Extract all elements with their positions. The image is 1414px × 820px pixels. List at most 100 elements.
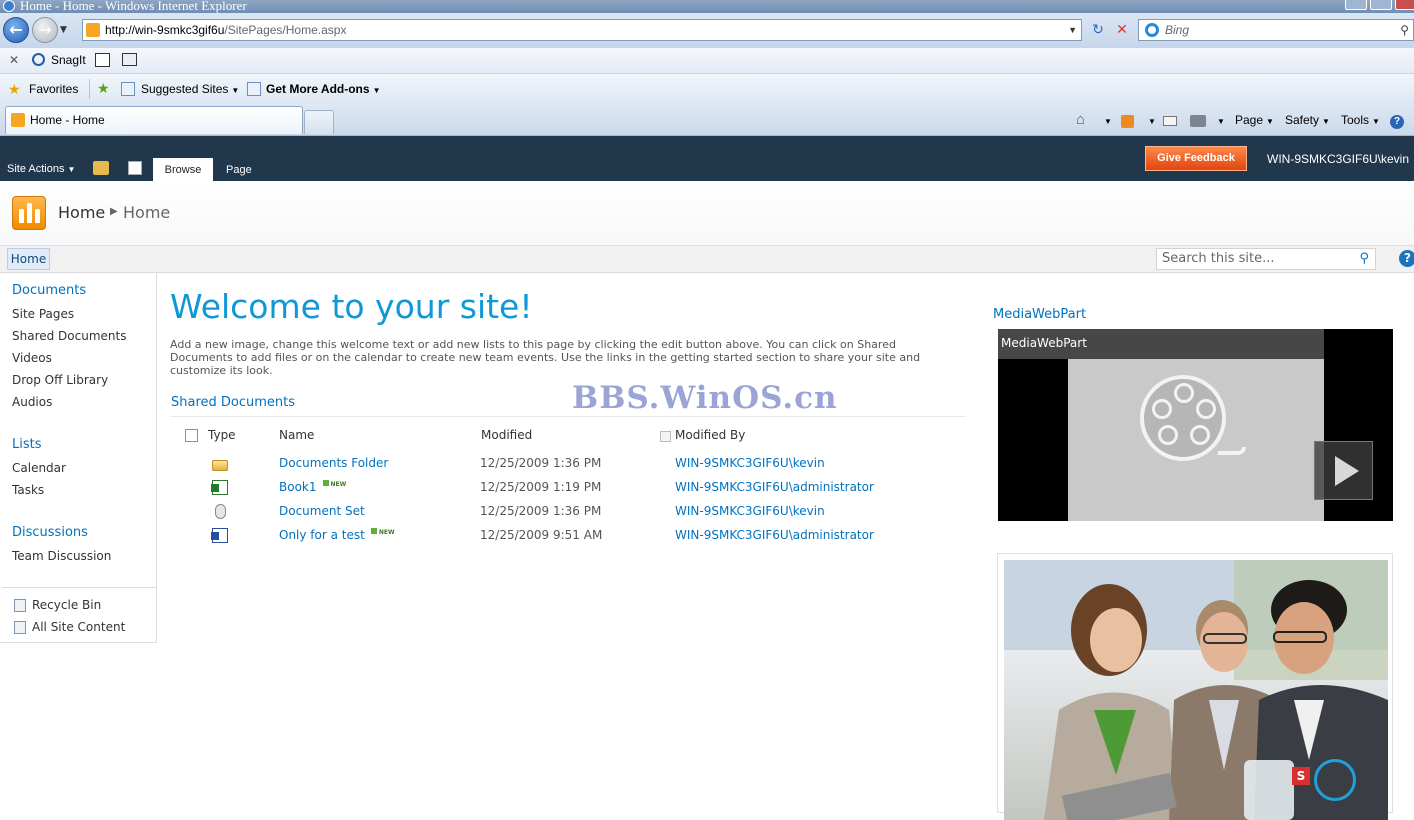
nav-item-calendar[interactable]: Calendar [12,461,66,475]
rss-dropdown-icon[interactable]: ▼ [1145,110,1156,130]
recycle-bin-icon [14,599,26,612]
stop-icon[interactable]: ✕ [1112,21,1132,41]
nav-item-videos[interactable]: Videos [12,351,52,365]
print-icon[interactable] [1190,115,1206,127]
refresh-icon[interactable]: ↻ [1088,21,1108,41]
suggested-sites-button[interactable]: Suggested Sites ▼ [141,82,239,96]
give-feedback-button[interactable]: Give Feedback [1145,146,1247,171]
column-header-modified[interactable]: Modified [481,428,532,442]
page-menu-label: Page [1235,113,1264,127]
mail-icon[interactable] [1163,116,1177,126]
site-header: Home ▶ Home [0,181,1414,246]
snagit-window-icon[interactable] [95,53,110,67]
minimize-button[interactable] [1345,0,1367,10]
user-menu[interactable]: WIN-9SMKC3GIF6U\kevin [1267,152,1409,166]
tab-browse[interactable]: Browse [153,158,213,181]
column-filter-checkbox[interactable] [660,431,671,442]
help-icon[interactable]: ? [1399,250,1414,267]
tab-bar: Home - Home ⌂ ▼ ▼ ▼ Page ▼ Safety ▼ Tools ▼… [0,104,1414,136]
home-dropdown-icon[interactable]: ▼ [1101,110,1112,130]
get-add-ons-label: Get More Add-ons [266,82,370,96]
recycle-bin-link[interactable]: Recycle Bin [32,598,101,612]
back-button[interactable]: ← [3,17,29,43]
all-site-content-link[interactable]: All Site Content [32,620,125,634]
tools-menu[interactable]: Tools ▼ [1341,110,1380,130]
tab-page[interactable]: Page [226,164,252,176]
nav-heading-lists[interactable]: Lists [12,437,42,452]
home-icon[interactable]: ⌂ [1076,110,1085,130]
get-add-ons-button[interactable]: Get More Add-ons ▼ [266,82,380,96]
close-window-button[interactable] [1395,0,1414,10]
window-title-bar: Home - Home - Windows Internet Explorer [0,0,1414,13]
play-button[interactable] [1314,441,1373,500]
table-row-modified-by[interactable]: WIN-9SMKC3GIF6U\administrator [675,528,874,542]
search-provider-input[interactable]: Bing ⚲ [1138,19,1414,41]
nav-item-drop-off-library[interactable]: Drop Off Library [12,373,108,387]
edit-page-icon[interactable] [128,161,142,175]
ie-icon [3,0,15,12]
add-favorite-icon[interactable]: ★ [97,80,110,97]
table-row-name[interactable]: Only for a test NEW [279,528,395,542]
nav-item-tasks[interactable]: Tasks [12,483,44,497]
breadcrumb-site-link[interactable]: Home [58,203,105,222]
rss-icon[interactable] [1121,115,1134,128]
word-icon [211,528,228,543]
favorites-button[interactable]: Favorites [29,82,78,96]
page-menu[interactable]: Page ▼ [1235,110,1274,130]
table-row-modified-by[interactable]: WIN-9SMKC3GIF6U\administrator [675,480,874,494]
select-all-checkbox[interactable] [185,429,198,442]
chevron-down-icon: ▼ [1266,117,1274,126]
address-input[interactable]: http://win-9smkc3gif6u/SitePages/Home.as… [82,19,1082,41]
table-row-modified: 12/25/2009 1:36 PM [480,456,602,470]
snagit-region-icon[interactable] [122,53,137,66]
site-search-input[interactable]: Search this site... ⚲ [1156,248,1376,270]
table-row-modified-by[interactable]: WIN-9SMKC3GIF6U\kevin [675,456,825,470]
media-webpart-title: MediaWebPart [993,307,1087,322]
topnav-home-tab[interactable]: Home [7,248,50,270]
welcome-text: Add a new image, change this welcome tex… [170,338,921,377]
chevron-down-icon: ▼ [372,86,381,95]
forward-button[interactable]: → [32,17,58,43]
nav-heading-discussions[interactable]: Discussions [12,525,88,540]
address-toolbar: ← → ▼ http://win-9smkc3gif6u/SitePages/H… [0,13,1414,48]
quick-launch: Documents Site Pages Shared Documents Vi… [0,273,157,643]
print-dropdown-icon[interactable]: ▼ [1214,110,1225,130]
help-icon[interactable]: ? [1390,115,1404,129]
table-row-modified-by[interactable]: WIN-9SMKC3GIF6U\kevin [675,504,825,518]
column-header-type[interactable]: Type [208,428,236,442]
nav-item-audios[interactable]: Audios [12,395,52,409]
browser-tab-active[interactable]: Home - Home [5,106,303,134]
shared-documents-title[interactable]: Shared Documents [171,395,295,410]
language-bar-icon[interactable] [1314,759,1356,801]
nav-item-team-discussion[interactable]: Team Discussion [12,549,111,563]
suggested-sites-icon [121,82,135,96]
nav-item-site-pages[interactable]: Site Pages [12,307,74,321]
nav-heading-documents[interactable]: Documents [12,283,86,298]
search-icon[interactable]: ⚲ [1400,20,1409,40]
nav-item-shared-documents[interactable]: Shared Documents [12,329,126,343]
table-row-name[interactable]: Document Set [279,504,365,518]
site-actions-menu[interactable]: Site Actions ▼ [7,162,75,177]
site-logo-icon[interactable] [12,196,46,230]
search-icon[interactable]: ⚲ [1359,249,1369,269]
url-path: /SitePages/Home.aspx [224,23,347,37]
breadcrumb-page: Home [123,203,171,222]
media-player[interactable]: MediaWebPart [998,329,1393,521]
column-header-modified-by[interactable]: Modified By [675,428,745,442]
table-row-name[interactable]: Book1 NEW [279,480,346,494]
recent-pages-dropdown[interactable]: ▼ [60,25,70,35]
address-dropdown-icon[interactable]: ▼ [1068,20,1077,40]
navigate-up-icon[interactable] [93,161,109,175]
table-row-name[interactable]: Documents Folder [279,456,388,470]
suggested-sites-label: Suggested Sites [141,82,229,96]
column-header-name[interactable]: Name [279,428,314,442]
welcome-heading: Welcome to your site! [170,287,533,326]
close-toolbar-icon[interactable]: ✕ [9,53,19,67]
maximize-button[interactable] [1370,0,1392,10]
snagit-button[interactable]: SnagIt [51,53,86,67]
new-tab-button[interactable] [304,110,334,134]
breadcrumb-arrow-icon: ▶ [110,206,118,217]
table-row-modified: 12/25/2009 9:51 AM [480,528,603,542]
input-method-icon[interactable]: S [1292,767,1310,785]
safety-menu[interactable]: Safety ▼ [1285,110,1330,130]
